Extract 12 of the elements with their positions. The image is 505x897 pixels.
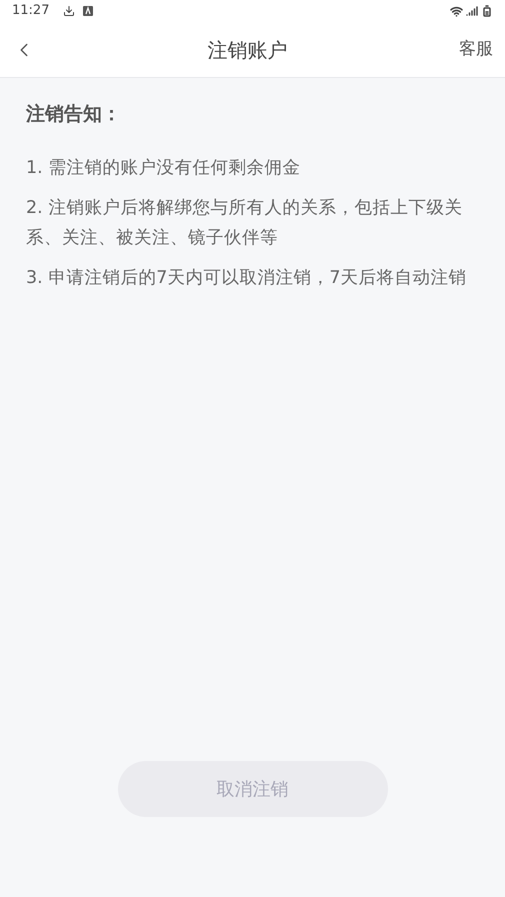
notice-item: 2. 注销账户后将解绑您与所有人的关系，包括上下级关系、关注、被关注、镜子伙伴等 (26, 196, 464, 250)
status-time: 11:27 (12, 2, 50, 20)
notification-icon (83, 6, 94, 16)
battery-icon (481, 5, 493, 17)
notice-item: 3. 申请注销后的7天内可以取消注销，7天后将自动注销 (26, 266, 468, 290)
signal-icon (466, 5, 478, 17)
wifi-icon (450, 4, 463, 18)
page-title: 注销账户 (208, 38, 288, 62)
download-icon (63, 5, 76, 17)
customer-service-link[interactable]: 客服 (459, 36, 493, 62)
notice-item: 1. 需注销的账户没有任何剩余佣金 (26, 156, 302, 180)
notice-title: 注销告知： (26, 102, 122, 127)
